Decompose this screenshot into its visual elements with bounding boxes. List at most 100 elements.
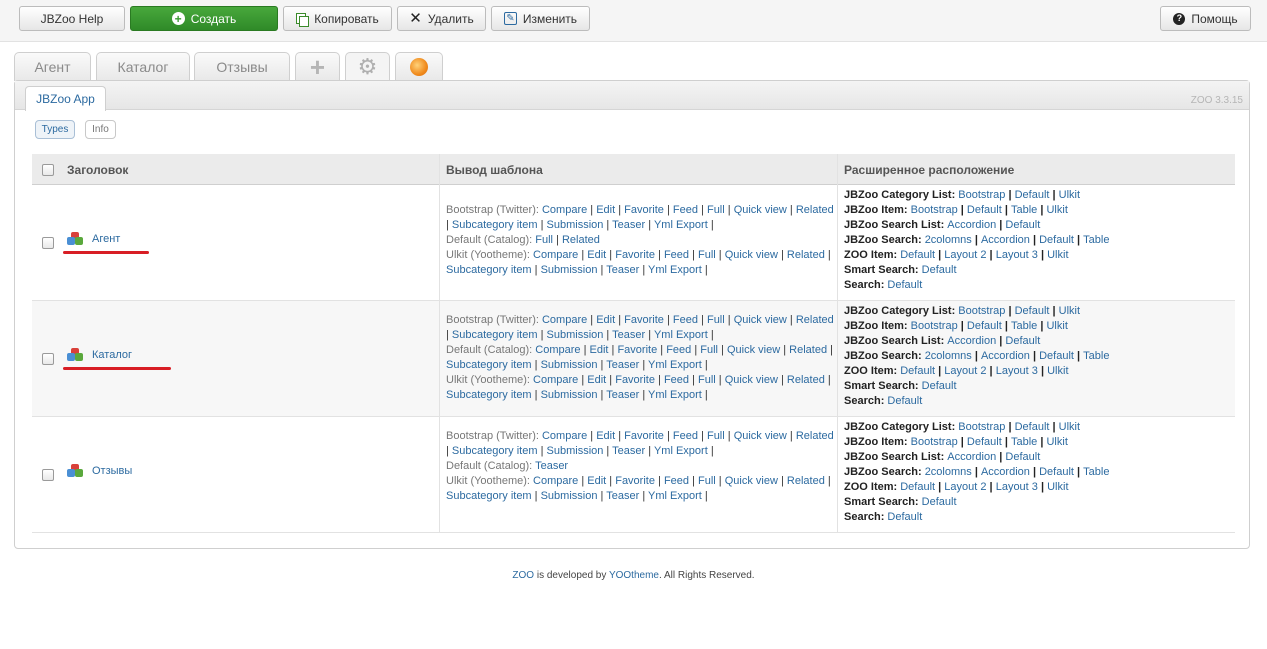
layout-link[interactable]: Bootstrap — [911, 320, 958, 332]
template-link[interactable]: Full — [698, 374, 716, 386]
template-link[interactable]: Full — [535, 234, 553, 246]
help-button[interactable]: ? Помощь — [1160, 6, 1251, 31]
template-link[interactable]: Submission — [541, 490, 598, 502]
template-link[interactable]: Subcategory item — [446, 389, 532, 401]
template-link[interactable]: Teaser — [606, 490, 639, 502]
layout-link[interactable]: Layout 2 — [944, 365, 986, 377]
template-link[interactable]: Submission — [541, 264, 598, 276]
header-template-output[interactable]: Вывод шаблона — [446, 154, 543, 185]
template-link[interactable]: Related — [787, 475, 825, 487]
layout-link[interactable]: Ulkit — [1046, 204, 1067, 216]
template-link[interactable]: Favorite — [624, 204, 664, 216]
layout-link[interactable]: Default — [1005, 335, 1040, 347]
template-link[interactable]: Feed — [664, 374, 689, 386]
layout-link[interactable]: Accordion — [981, 234, 1030, 246]
layout-link[interactable]: Ulkit — [1047, 365, 1068, 377]
template-link[interactable]: Full — [698, 249, 716, 261]
template-link[interactable]: Edit — [590, 344, 609, 356]
layout-link[interactable]: Ulkit — [1059, 189, 1080, 201]
layout-link[interactable]: Default — [1039, 466, 1074, 478]
template-link[interactable]: Subcategory item — [446, 490, 532, 502]
template-link[interactable]: Teaser — [612, 445, 645, 457]
template-link[interactable]: Favorite — [624, 430, 664, 442]
yootheme-link[interactable]: YOOtheme — [609, 570, 659, 581]
layout-link[interactable]: Accordion — [981, 466, 1030, 478]
template-link[interactable]: Subcategory item — [446, 264, 532, 276]
layout-link[interactable]: Accordion — [947, 335, 996, 347]
types-pill[interactable]: Types — [35, 120, 75, 139]
template-link[interactable]: Related — [562, 234, 600, 246]
template-link[interactable]: Feed — [673, 204, 698, 216]
template-link[interactable]: Feed — [673, 430, 698, 442]
template-link[interactable]: Feed — [666, 344, 691, 356]
layout-link[interactable]: Table — [1011, 436, 1037, 448]
layout-link[interactable]: Default — [967, 436, 1002, 448]
template-link[interactable]: Quick view — [725, 475, 778, 487]
template-link[interactable]: Teaser — [606, 264, 639, 276]
zoo-link[interactable]: ZOO — [512, 570, 534, 581]
layout-link[interactable]: Default — [900, 249, 935, 261]
template-link[interactable]: Compare — [542, 430, 587, 442]
layout-link[interactable]: Layout 2 — [944, 481, 986, 493]
layout-link[interactable]: Accordion — [947, 219, 996, 231]
layout-link[interactable]: Bootstrap — [911, 204, 958, 216]
template-link[interactable]: Edit — [596, 314, 615, 326]
layout-link[interactable]: Table — [1083, 466, 1109, 478]
layout-link[interactable]: Accordion — [981, 350, 1030, 362]
template-link[interactable]: Full — [707, 314, 725, 326]
layout-link[interactable]: Layout 3 — [996, 365, 1038, 377]
template-link[interactable]: Subcategory item — [446, 359, 532, 371]
select-all-checkbox[interactable] — [42, 164, 54, 176]
layout-link[interactable]: Default — [922, 380, 957, 392]
template-link[interactable]: Edit — [596, 204, 615, 216]
edit-button[interactable]: ✎ Изменить — [491, 6, 590, 31]
header-extended-layout[interactable]: Расширенное расположение — [844, 154, 1014, 185]
layout-link[interactable]: Layout 3 — [996, 249, 1038, 261]
template-link[interactable]: Quick view — [725, 249, 778, 261]
template-link[interactable]: Favorite — [615, 475, 655, 487]
layout-link[interactable]: Ulkit — [1046, 436, 1067, 448]
template-link[interactable]: Compare — [533, 475, 578, 487]
template-link[interactable]: Subcategory item — [452, 329, 538, 341]
layout-link[interactable]: Ulkit — [1047, 249, 1068, 261]
layout-link[interactable]: Ulkit — [1046, 320, 1067, 332]
layout-link[interactable]: Ulkit — [1059, 421, 1080, 433]
type-name-link[interactable]: Отзывы — [92, 465, 132, 477]
template-link[interactable]: Feed — [673, 314, 698, 326]
template-link[interactable]: Yml Export — [654, 219, 708, 231]
layout-link[interactable]: 2colomns — [925, 350, 972, 362]
header-title[interactable]: Заголовок — [67, 154, 128, 185]
template-link[interactable]: Edit — [587, 249, 606, 261]
template-link[interactable]: Submission — [547, 445, 604, 457]
layout-link[interactable]: Default — [900, 481, 935, 493]
tab-app[interactable] — [395, 52, 443, 81]
template-link[interactable]: Quick view — [734, 314, 787, 326]
layout-link[interactable]: Bootstrap — [958, 421, 1005, 433]
layout-link[interactable]: Bootstrap — [911, 436, 958, 448]
subtab-jbzoo-app[interactable]: JBZoo App — [25, 86, 106, 111]
template-link[interactable]: Compare — [533, 249, 578, 261]
template-link[interactable]: Compare — [535, 344, 580, 356]
tab-catalog[interactable]: Каталог — [96, 52, 190, 81]
template-link[interactable]: Submission — [547, 329, 604, 341]
layout-link[interactable]: Default — [922, 264, 957, 276]
template-link[interactable]: Teaser — [535, 460, 568, 472]
row-checkbox[interactable] — [42, 353, 54, 365]
layout-link[interactable]: Default — [1005, 219, 1040, 231]
layout-link[interactable]: Default — [922, 496, 957, 508]
layout-link[interactable]: Table — [1083, 350, 1109, 362]
template-link[interactable]: Compare — [542, 204, 587, 216]
template-link[interactable]: Edit — [587, 475, 606, 487]
template-link[interactable]: Favorite — [615, 249, 655, 261]
template-link[interactable]: Related — [787, 374, 825, 386]
template-link[interactable]: Related — [796, 314, 834, 326]
template-link[interactable]: Feed — [664, 475, 689, 487]
template-link[interactable]: Related — [789, 344, 827, 356]
layout-link[interactable]: Default — [967, 204, 1002, 216]
template-link[interactable]: Compare — [533, 374, 578, 386]
layout-link[interactable]: Default — [1015, 305, 1050, 317]
layout-link[interactable]: Default — [1005, 451, 1040, 463]
layout-link[interactable]: Bootstrap — [958, 305, 1005, 317]
delete-button[interactable]: ✕ Удалить — [397, 6, 486, 31]
copy-button[interactable]: Копировать — [283, 6, 392, 31]
